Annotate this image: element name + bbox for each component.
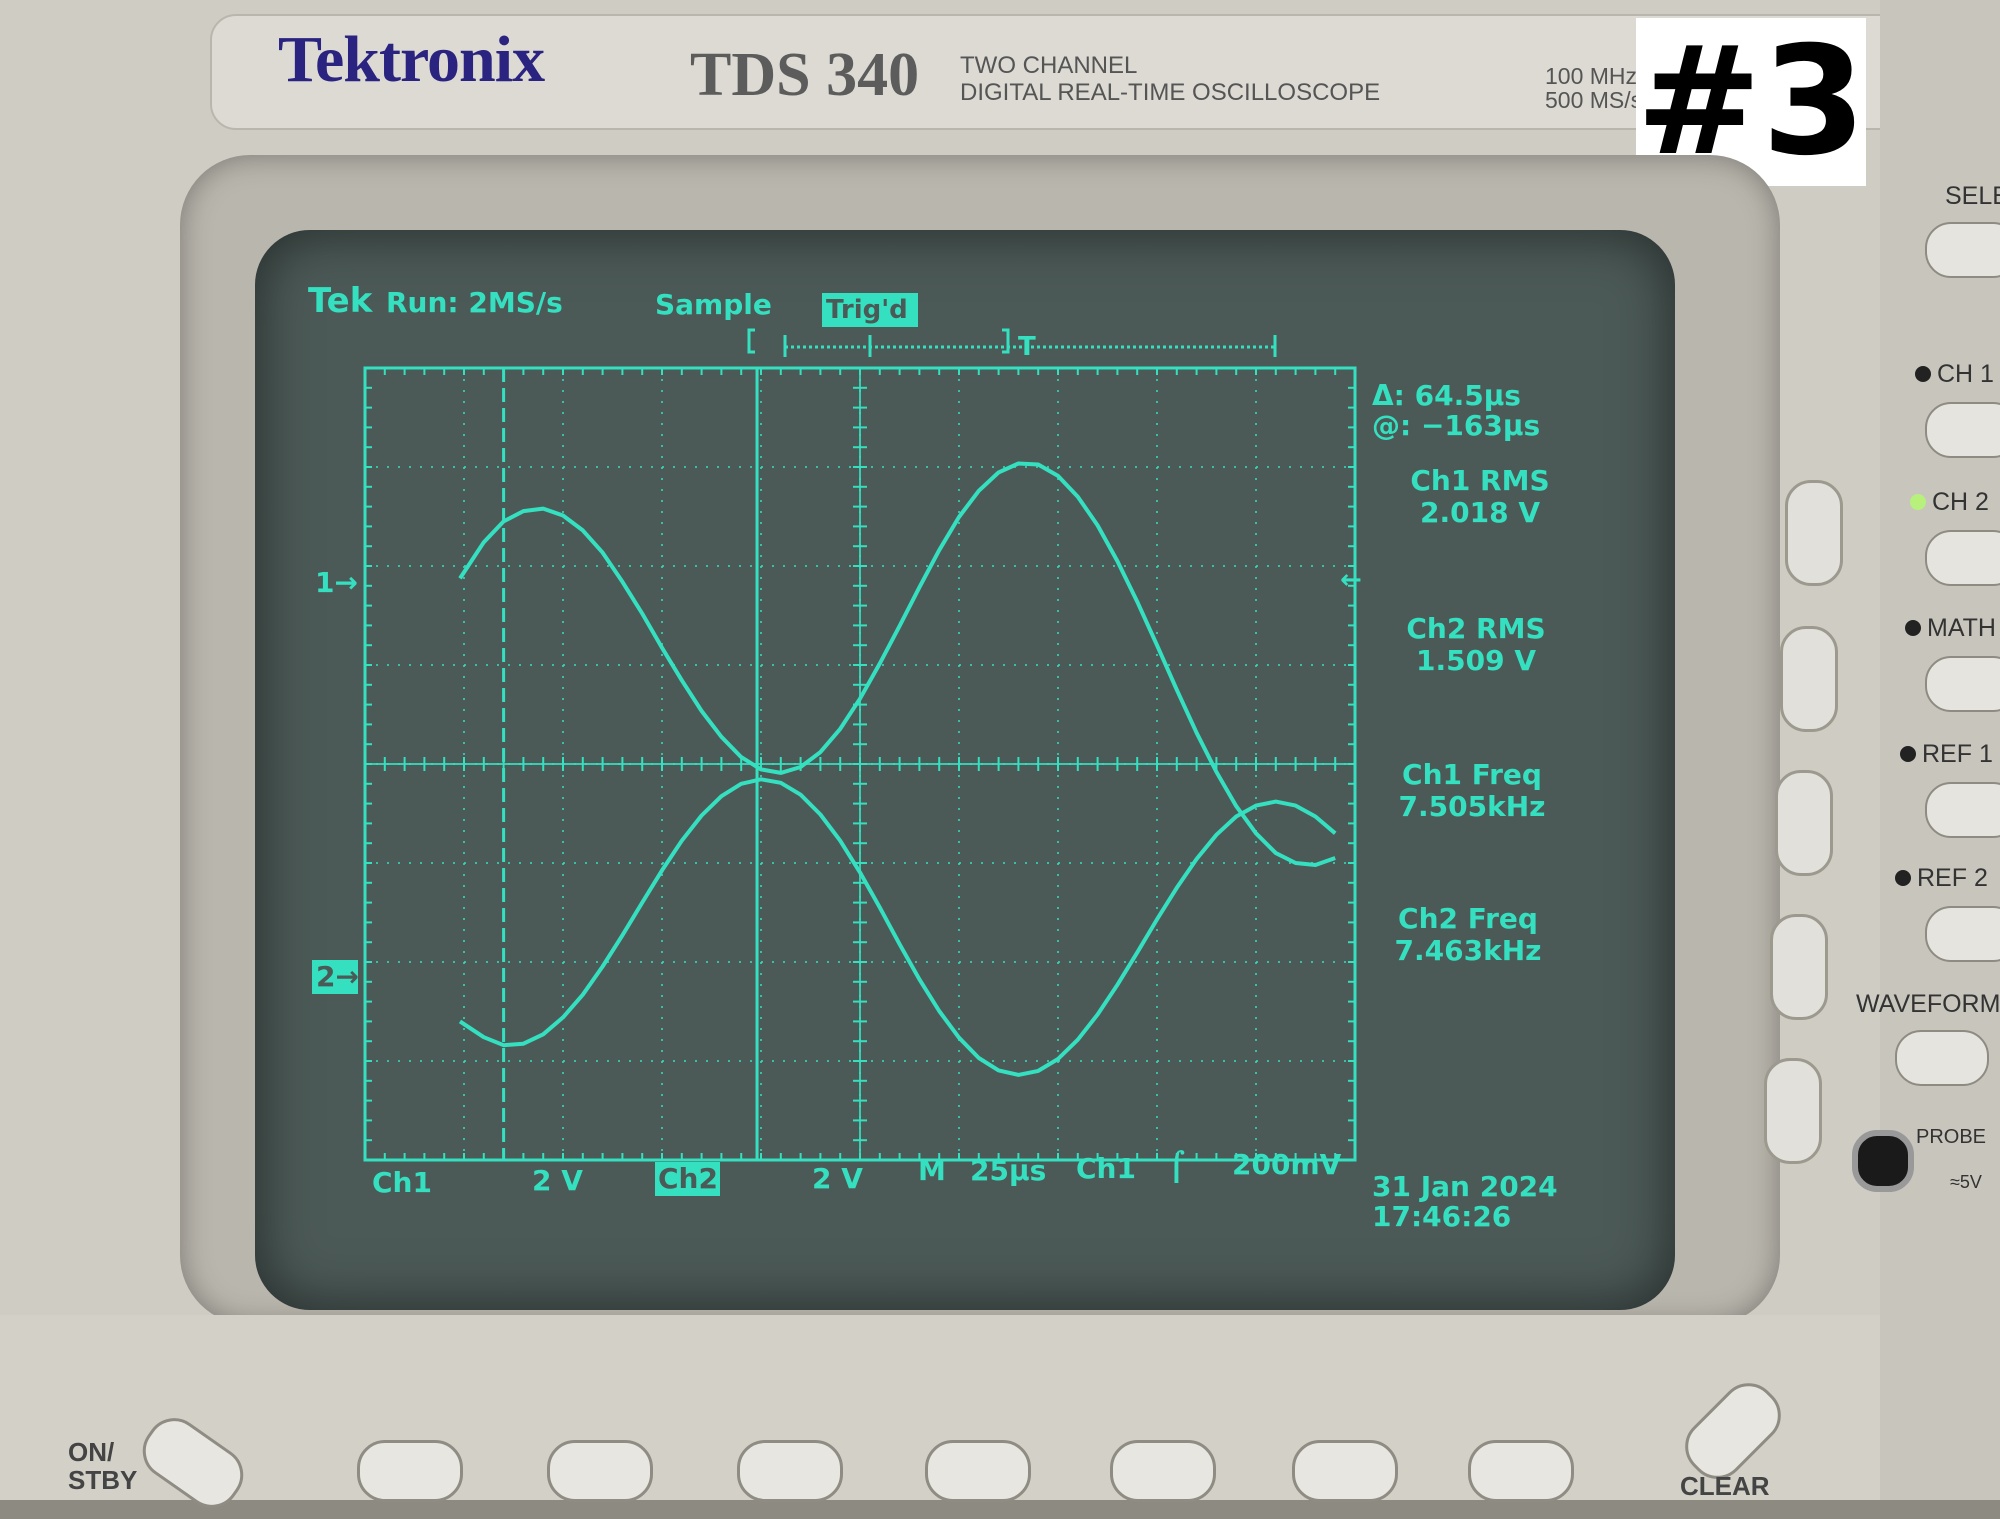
meas-ch2-freq-value: 7.463kHz [1395, 934, 1542, 967]
power-label: ON/STBY [68, 1438, 137, 1494]
bottom-menu-button-5[interactable] [1110, 1440, 1216, 1502]
timebase-value: 25μs [970, 1154, 1046, 1187]
meas-ch1-freq-label: Ch1 Freq [1402, 758, 1542, 791]
power-label-line-1: ON/ [68, 1437, 115, 1467]
ref2-menu-item: REF 2 [1895, 864, 1988, 893]
clear-menu-label: CLEAR [1680, 1471, 1770, 1501]
bottom-menu-button-6[interactable] [1292, 1440, 1398, 1502]
bottom-menu-button-7[interactable] [1468, 1440, 1574, 1502]
meas-ch1-rms-label: Ch1 RMS [1410, 464, 1549, 497]
ch1-volts-div: 2 V [532, 1164, 583, 1197]
ch1-menu-item: CH 1 [1915, 360, 1994, 389]
cursor-delta: Δ: 64.5μs [1372, 379, 1521, 412]
bottom-menu-button-3[interactable] [737, 1440, 843, 1502]
ch1-menu-label: CH 1 [1937, 360, 1994, 388]
ch2-button[interactable] [1925, 530, 2000, 586]
ch1-ground-marker: 1→ [315, 566, 358, 599]
waveform-label: WAVEFORM [1856, 990, 2000, 1018]
graticule [363, 366, 1357, 1162]
tek-logo: Tek [308, 281, 374, 321]
meas-ch2-freq-label: Ch2 Freq [1398, 902, 1538, 935]
menu-button-3[interactable] [1775, 770, 1833, 876]
ref1-menu-item: REF 1 [1900, 740, 1993, 769]
cursor-position: @: −163μs [1372, 409, 1540, 442]
probe-comp-label: PROBE [1916, 1126, 1987, 1148]
menu-button-1[interactable] [1785, 480, 1843, 586]
ref1-indicator-icon [1900, 746, 1916, 762]
ch2-ground-marker: 2→ [316, 960, 359, 993]
trigger-position-marker: T [1018, 332, 1036, 362]
meas-ch1-rms-value: 2.018 V [1420, 496, 1540, 529]
meas-ch1-freq-value: 7.505kHz [1399, 790, 1546, 823]
meas-ch2-rms-value: 1.509 V [1416, 644, 1536, 677]
probe-comp-terminal[interactable] [1852, 1130, 1914, 1192]
ref1-button[interactable] [1925, 782, 2000, 838]
ch2-indicator-icon [1910, 494, 1926, 510]
ref2-indicator-icon [1895, 870, 1911, 886]
math-menu-label: MATH [1927, 614, 1996, 642]
ref1-menu-label: REF 1 [1922, 740, 1993, 768]
probe-comp-voltage: ≈5V [1950, 1172, 1982, 1192]
date-readout: 31 Jan 2024 [1372, 1170, 1558, 1203]
record-position-bar [747, 328, 1277, 357]
trig-status: Trig'd [826, 295, 908, 325]
run-status: Run: 2MS/s [386, 286, 563, 319]
math-menu-item: MATH [1905, 614, 1996, 643]
bottom-menu-button-2[interactable] [547, 1440, 653, 1502]
menu-button-4[interactable] [1770, 914, 1828, 1020]
ch2-menu-label: CH 2 [1932, 488, 1989, 516]
math-indicator-icon [1905, 620, 1921, 636]
oscilloscope-body: Tektronix TDS 340 TWO CHANNEL DIGITAL RE… [0, 0, 2000, 1519]
scope-display: Tek Run: 2MS/s Sample Trig'd T 1→ 2→ ← Δ… [308, 281, 1558, 1233]
waveform-traces [458, 461, 1337, 1077]
meas-ch2-rms-label: Ch2 RMS [1406, 612, 1545, 645]
waveform-off-button[interactable] [1895, 1030, 1989, 1086]
ch1-trace [458, 461, 1336, 867]
trigger-source: Ch1 [1076, 1152, 1136, 1185]
power-label-line-2: STBY [68, 1465, 138, 1495]
acquisition-mode: Sample [655, 288, 772, 321]
ref2-menu-label: REF 2 [1917, 864, 1988, 892]
main-timebase-label: M [918, 1154, 946, 1187]
select-button[interactable] [1925, 222, 2000, 278]
trigger-slope-icon: ⌠ [1168, 1150, 1185, 1183]
time-readout: 17:46:26 [1372, 1200, 1511, 1233]
select-label: SELECT [1945, 182, 2000, 210]
math-button[interactable] [1925, 656, 2000, 712]
ch1-indicator-icon [1915, 366, 1931, 382]
trigger-level: 200mV [1232, 1148, 1342, 1181]
ref2-button[interactable] [1925, 906, 2000, 962]
ch2-label: Ch2 [658, 1162, 718, 1195]
bottom-menu-button-1[interactable] [357, 1440, 463, 1502]
ch2-menu-item: CH 2 [1910, 488, 1989, 517]
ch1-button[interactable] [1925, 402, 2000, 458]
ch2-volts-div: 2 V [812, 1162, 863, 1195]
ch1-label: Ch1 [372, 1166, 432, 1199]
menu-button-2[interactable] [1780, 626, 1838, 732]
bottom-menu-button-4[interactable] [925, 1440, 1031, 1502]
ch2-trace [458, 777, 1337, 1077]
menu-button-5[interactable] [1764, 1058, 1822, 1164]
trigger-level-marker: ← [1340, 565, 1362, 595]
